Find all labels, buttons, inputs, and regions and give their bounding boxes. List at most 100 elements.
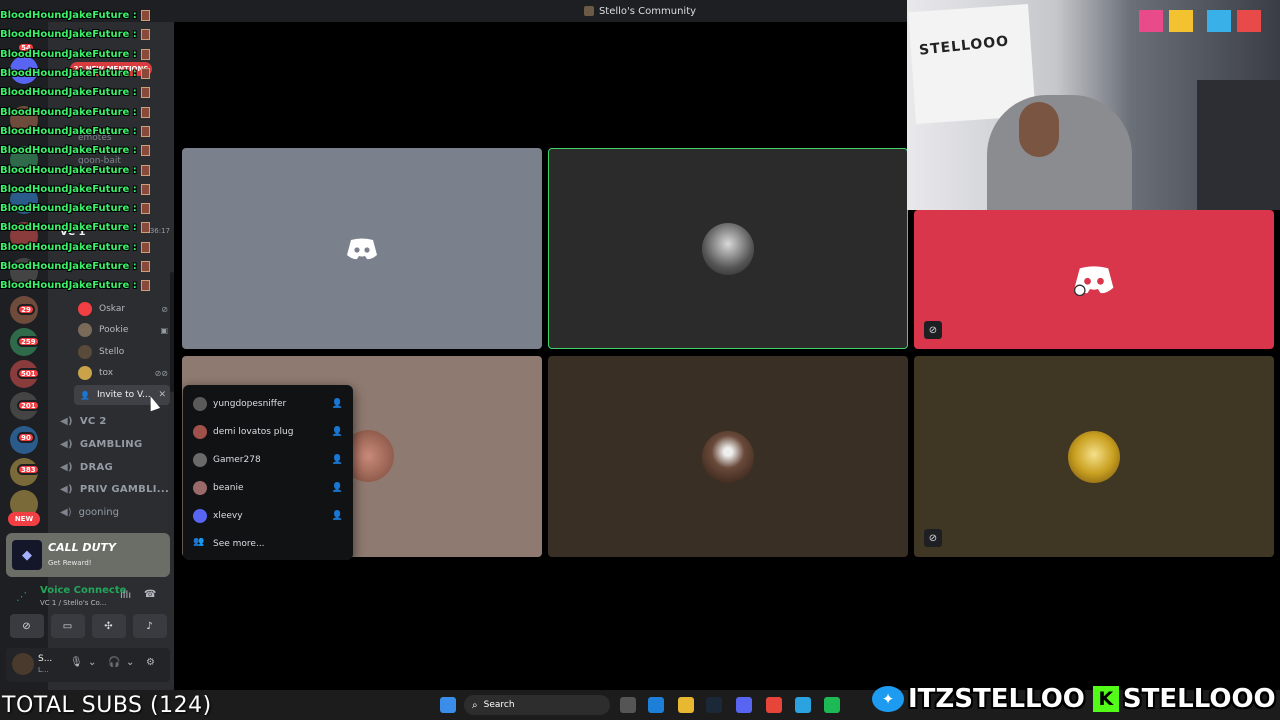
speaker-icon: ◀) xyxy=(60,461,73,473)
emote-icon xyxy=(140,29,150,41)
voice-user-name: tox xyxy=(99,368,114,378)
voice-channel-item[interactable]: ◀) gooning xyxy=(60,502,170,522)
invite-user-name: xleevy xyxy=(213,511,243,521)
add-user-icon: 👤 xyxy=(80,390,90,400)
streamer-face xyxy=(1019,102,1059,157)
discord-icon[interactable] xyxy=(736,697,752,713)
voice-channel-item[interactable]: ◀) DRAG xyxy=(60,457,170,477)
video-tile[interactable] xyxy=(548,356,908,557)
chevron-down-icon[interactable]: ⌄ xyxy=(126,657,134,668)
mention-badge: 29 xyxy=(17,304,35,315)
microphone-icon[interactable]: 🎙 xyxy=(70,657,83,668)
chat-message: BloodHoundJakeFuture : xyxy=(0,238,150,257)
server-icon xyxy=(583,6,594,16)
chevron-down-icon[interactable]: ⌄ xyxy=(88,657,96,668)
see-more-button[interactable]: 👥 See more... xyxy=(183,530,353,558)
chat-message: BloodHoundJakeFuture : xyxy=(0,180,150,199)
user-status: L... xyxy=(38,666,49,674)
steam-icon[interactable] xyxy=(706,697,722,713)
video-tile[interactable]: ⊘ xyxy=(914,210,1274,349)
new-servers-pill[interactable]: NEW xyxy=(8,512,40,526)
voice-channel-item[interactable]: ◀) PRIV GAMBLI... xyxy=(60,479,170,499)
wall-poster xyxy=(1169,10,1193,32)
soundboard-button[interactable]: ♪ xyxy=(132,614,167,638)
invite-suggestion[interactable]: yungdopesniffer 👤 xyxy=(183,390,353,418)
add-user-icon[interactable]: 👤 xyxy=(332,399,343,409)
webcam-shelf xyxy=(1197,80,1280,210)
video-tile[interactable]: ⊘ xyxy=(914,356,1274,557)
mention-badge: 90 xyxy=(17,432,35,443)
chat-message: BloodHoundJakeFuture : xyxy=(0,257,150,276)
activities-button[interactable]: ✣ xyxy=(91,614,126,638)
emote-icon xyxy=(140,125,150,137)
activity-icon: ▣ xyxy=(160,325,168,335)
voice-channel-item[interactable]: ◀) VC 2 xyxy=(60,411,170,431)
voice-channel-name: gooning xyxy=(78,506,119,518)
deafened-icon: ⊘ xyxy=(161,304,168,314)
wall-poster xyxy=(1139,10,1163,32)
chrome-icon[interactable] xyxy=(766,697,782,713)
add-user-icon[interactable]: 👤 xyxy=(332,427,343,437)
promo-card[interactable]: ◆ CALL DUTY Get Reward! xyxy=(6,533,170,577)
emote-icon xyxy=(140,183,150,195)
muted-icon: ⊘⊘ xyxy=(154,368,168,378)
user-panel: S... L... 🎙 ⌄ 🎧 ⌄ ⚙ xyxy=(6,648,170,682)
voice-channel-name: VC 2 xyxy=(79,415,107,427)
emote-icon xyxy=(140,87,150,99)
voice-channel-path[interactable]: VC 1 / Stello's Co... xyxy=(40,599,106,607)
add-user-icon[interactable]: 👤 xyxy=(332,455,343,465)
avatar[interactable] xyxy=(12,653,34,675)
avatar xyxy=(702,430,754,483)
emote-icon xyxy=(140,261,150,272)
voice-status[interactable]: Voice Connecte xyxy=(40,585,126,596)
video-tile[interactable] xyxy=(182,148,542,349)
voice-user[interactable]: Pookie ▣ xyxy=(78,320,168,340)
avatar xyxy=(78,323,92,337)
video-tile-speaking[interactable] xyxy=(548,148,908,349)
voice-channel-name: DRAG xyxy=(79,461,114,473)
emote-icon xyxy=(140,145,150,157)
avatar xyxy=(193,481,207,495)
social-overlay: ✦ ITZSTELLOO K STELLOOO xyxy=(872,682,1276,716)
mention-badge: 259 xyxy=(17,336,40,347)
close-icon[interactable]: ✕ xyxy=(158,390,166,400)
add-user-icon[interactable]: 👤 xyxy=(332,511,343,521)
disconnect-icon[interactable]: ☎ xyxy=(144,589,156,600)
voice-user[interactable]: Stello xyxy=(78,342,168,362)
screen-share-button[interactable]: ▭ xyxy=(50,614,85,638)
speaker-icon: ◀) xyxy=(60,415,73,427)
edge-icon[interactable] xyxy=(648,697,664,713)
invite-suggestion[interactable]: Gamer278 👤 xyxy=(183,446,353,474)
webcam-overlay: STELLOOO xyxy=(907,0,1280,210)
kick-icon: K xyxy=(1092,686,1119,712)
avatar xyxy=(193,453,207,467)
app-icon[interactable] xyxy=(620,697,636,713)
telegram-icon[interactable] xyxy=(795,697,811,713)
folder-icon[interactable] xyxy=(678,697,694,713)
camera-off-button[interactable]: ⊘ xyxy=(9,614,44,638)
emote-icon xyxy=(140,48,150,60)
chat-message: BloodHoundJakeFuture : xyxy=(0,141,150,160)
invite-label: Invite to V... xyxy=(96,390,151,400)
spotify-icon[interactable] xyxy=(824,697,840,713)
invite-user-name: demi lovatos plug xyxy=(213,427,294,437)
voice-channel-name: GAMBLING xyxy=(79,438,143,450)
noise-suppression-icon[interactable]: ıllı xyxy=(120,590,131,601)
voice-user[interactable]: tox ⊘⊘ xyxy=(78,363,168,383)
emote-icon xyxy=(140,203,150,215)
invite-suggestion[interactable]: beanie 👤 xyxy=(183,474,353,502)
invite-suggestion[interactable]: xleevy 👤 xyxy=(183,502,353,530)
mention-badge: 383 xyxy=(17,464,40,475)
voice-channel-item[interactable]: ◀) GAMBLING xyxy=(60,434,170,454)
headphones-icon[interactable]: 🎧 xyxy=(108,657,120,668)
taskbar-search[interactable]: ⌕ Search xyxy=(464,695,610,715)
settings-gear-icon[interactable]: ⚙ xyxy=(146,657,155,668)
invite-suggestion[interactable]: demi lovatos plug 👤 xyxy=(183,418,353,446)
search-icon: ⌕ xyxy=(472,699,478,711)
voice-user[interactable]: Oskar ⊘ xyxy=(78,299,168,319)
speaker-icon: ◀) xyxy=(60,438,73,450)
start-icon[interactable] xyxy=(440,697,456,713)
sidebar-scrollbar[interactable] xyxy=(170,272,174,392)
add-user-icon[interactable]: 👤 xyxy=(332,483,343,493)
wall-poster xyxy=(1237,10,1261,32)
